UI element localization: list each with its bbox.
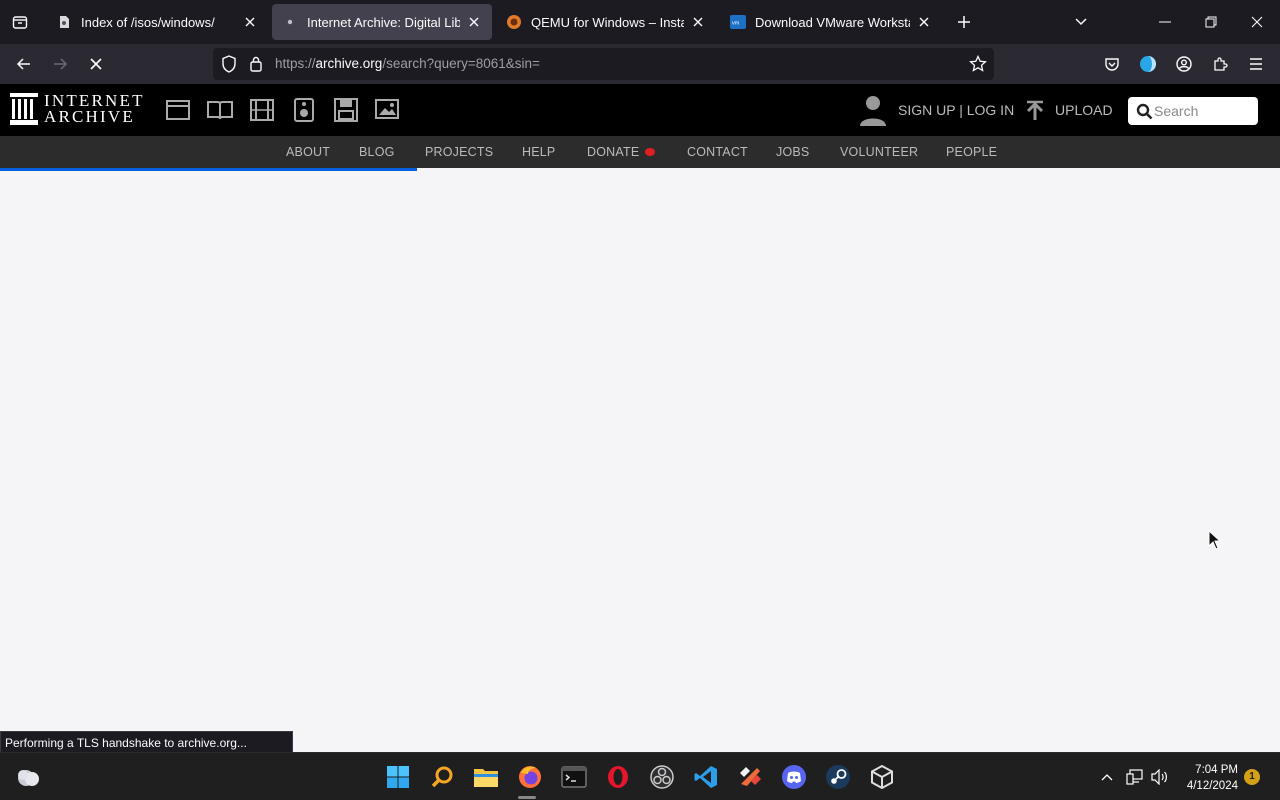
close-tab-icon[interactable] [242,14,258,30]
audio-icon[interactable] [290,96,318,124]
tab-title: Internet Archive: Digital Library [307,14,460,30]
ia-search-input[interactable] [1154,102,1254,120]
url-scheme: https:// [275,56,316,71]
heart-icon [645,147,656,156]
nav-donate-label: DONATE [587,145,640,159]
account-icon[interactable] [1170,50,1198,78]
obs-icon[interactable] [646,761,678,793]
volume-icon[interactable] [1150,767,1170,787]
list-all-tabs-icon[interactable] [1058,0,1104,44]
lock-icon[interactable] [249,55,263,77]
page-tools-icon [56,14,72,30]
nav-about[interactable]: ABOUT [286,145,330,159]
close-tab-icon[interactable] [916,14,932,30]
tab-title: Index of /isos/windows/ [81,14,215,30]
tab-title: Download VMware Workstation [755,14,910,30]
svg-text:vm: vm [732,21,740,27]
bookmark-star-icon[interactable] [969,54,987,78]
vmware-icon: vm [730,14,746,30]
upload-icon[interactable] [1024,100,1046,122]
browser-nav-bar: https://archive.org/search?query=8061&si… [0,44,1280,84]
weather-icon[interactable] [12,761,44,793]
virtualbox-icon[interactable] [866,761,898,793]
ia-secondary-nav: ABOUT BLOG PROJECTS HELP DONATE CONTACT … [0,136,1280,168]
taskbar-clock[interactable]: 7:04 PM 4/12/2024 [1176,762,1238,794]
clock-date: 4/12/2024 [1186,780,1238,792]
url-path: /search?query=8061&sin= [382,56,540,71]
notification-badge[interactable]: 1 [1244,769,1260,785]
tab-title: QEMU for Windows – Installers [531,14,684,30]
chevron-up-icon[interactable] [1097,767,1117,787]
terminal-icon[interactable] [558,761,590,793]
nav-people[interactable]: PEOPLE [946,145,997,159]
ia-logo[interactable]: INTERNET ARCHIVE [10,92,145,126]
extensions-puzzle-icon[interactable] [1206,50,1234,78]
ia-header: INTERNET ARCHIVE SIGN UP | LOG IN UPLOAD [0,84,1280,136]
tab-index-isos[interactable]: Index of /isos/windows/ [46,4,268,40]
texts-icon[interactable] [206,96,234,124]
start-icon[interactable] [382,761,414,793]
nav-contact[interactable]: CONTACT [687,145,748,159]
vscode-icon[interactable] [690,761,722,793]
loading-dot-icon [282,14,298,30]
firefox-view-icon[interactable] [0,0,40,44]
nav-volunteer[interactable]: VOLUNTEER [840,145,918,159]
discord-icon[interactable] [778,761,810,793]
url-text: https://archive.org/search?query=8061&si… [275,56,540,71]
tracking-protection-shield-icon[interactable] [221,55,237,78]
file-explorer-icon[interactable] [470,761,502,793]
nav-projects[interactable]: PROJECTS [425,145,493,159]
stop-loading-button[interactable] [82,50,110,78]
images-icon[interactable] [374,96,402,124]
software-icon[interactable] [332,96,360,124]
new-tab-button[interactable] [952,10,976,34]
restore-button[interactable] [1188,0,1234,44]
ia-search-box[interactable] [1128,97,1258,125]
ia-logo-line2: ARCHIVE [44,107,135,126]
firefox-icon[interactable] [514,761,546,793]
tab-internet-archive[interactable]: Internet Archive: Digital Library [272,4,492,40]
nav-jobs[interactable]: JOBS [776,145,809,159]
archive-building-icon [10,93,38,125]
nav-donate[interactable]: DONATE [587,145,656,159]
opera-icon[interactable] [602,761,634,793]
network-icon[interactable] [1125,767,1145,787]
clock-time: 7:04 PM [1195,764,1238,776]
search-icon[interactable] [1136,103,1153,120]
mouse-cursor-icon [1208,529,1222,550]
app-menu-icon[interactable] [1242,50,1270,78]
url-bar[interactable]: https://archive.org/search?query=8061&si… [213,48,994,80]
extension-globe-icon[interactable] [1134,50,1162,78]
user-avatar-icon[interactable] [858,94,888,126]
page-content-area [0,172,1280,752]
web-icon[interactable] [164,96,192,124]
url-host: archive.org [315,56,383,71]
app-icon[interactable] [734,761,766,793]
forward-button[interactable] [46,50,74,78]
upload-link[interactable]: UPLOAD [1055,102,1113,118]
page-load-progress-fill [0,168,418,171]
windows-taskbar: 7:04 PM 4/12/2024 1 [0,752,1280,800]
qemu-icon [506,14,522,30]
minimize-button[interactable] [1142,0,1188,44]
close-tab-icon[interactable] [690,14,706,30]
active-app-indicator [518,796,536,799]
close-tab-icon[interactable] [466,14,482,30]
browser-tab-strip: Index of /isos/windows/ Internet Archive… [0,0,1280,44]
video-icon[interactable] [248,96,276,124]
steam-icon[interactable] [822,761,854,793]
back-button[interactable] [10,50,38,78]
tab-qemu[interactable]: QEMU for Windows – Installers [496,4,716,40]
nav-help[interactable]: HELP [522,145,555,159]
nav-blog[interactable]: BLOG [359,145,395,159]
tab-vmware[interactable]: vm Download VMware Workstation [720,4,942,40]
status-bar: Performing a TLS handshake to archive.or… [0,731,293,753]
pocket-icon[interactable] [1098,50,1126,78]
ia-logo-text: INTERNET ARCHIVE [44,92,145,126]
search-taskbar-icon[interactable] [426,761,458,793]
signup-login-link[interactable]: SIGN UP | LOG IN [898,102,1014,118]
close-window-button[interactable] [1234,0,1280,44]
